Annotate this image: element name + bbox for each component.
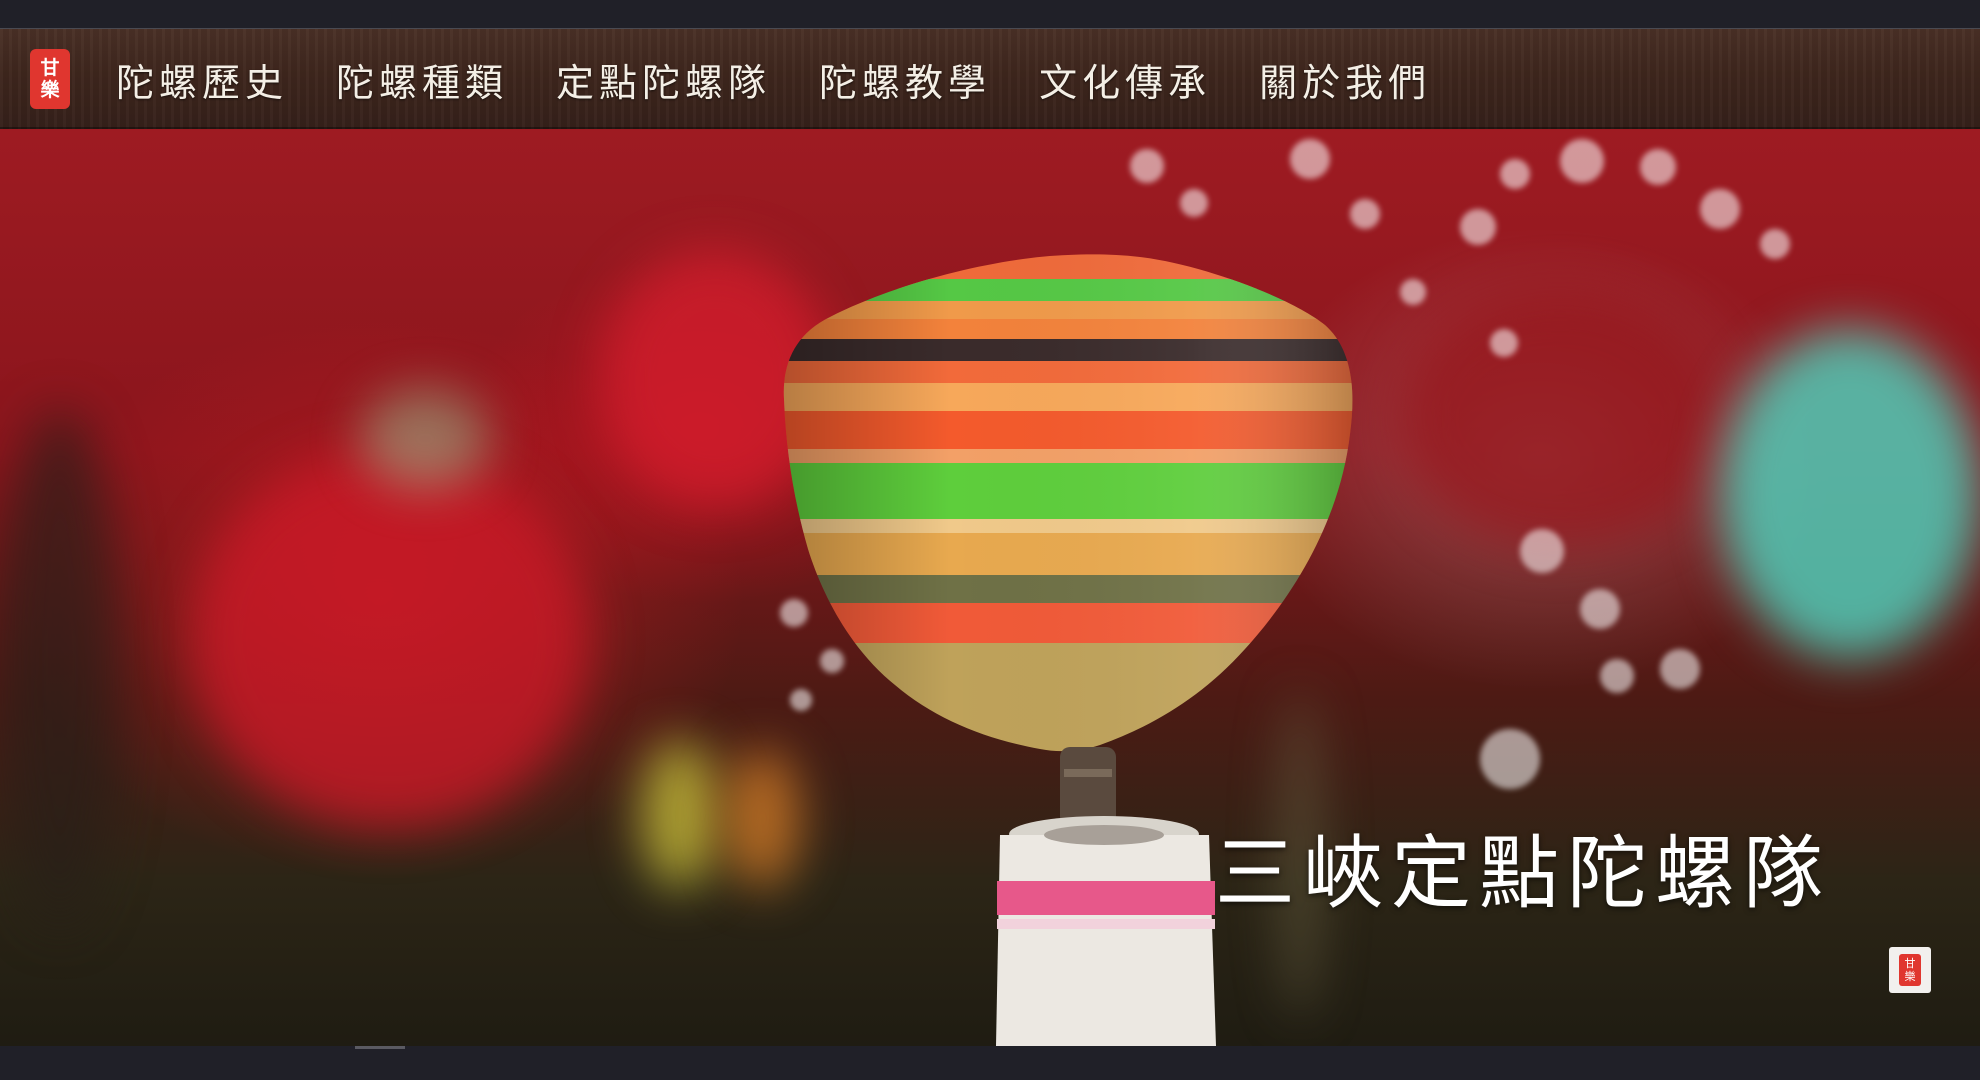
hero-banner: 三峽定點陀螺隊 甘 樂 [0,129,1980,1046]
top-stand [996,835,1216,1046]
corner-stamp-logo[interactable]: 甘 樂 [1889,947,1931,993]
site-navbar: 甘 樂 陀螺歷史 陀螺種類 定點陀螺隊 陀螺教學 文化傳承 關於我們 [0,29,1980,129]
logo-char-bottom: 樂 [40,79,60,101]
top-body [783,254,1353,752]
nav-item-team[interactable]: 定點陀螺隊 [556,52,771,107]
hero-title: 三峽定點陀螺隊 [1215,827,1831,920]
corner-stamp-seal: 甘 樂 [1899,954,1921,986]
browser-top-strip [0,0,1980,29]
top-spindle [1060,747,1116,827]
nav-item-about[interactable]: 關於我們 [1259,52,1431,107]
nav-item-heritage[interactable]: 文化傳承 [1039,52,1211,107]
stamp-char-bottom: 樂 [1904,970,1916,983]
brand-logo[interactable]: 甘 樂 [30,49,70,109]
logo-char-top: 甘 [40,57,60,79]
nav-menu: 陀螺歷史 陀螺種類 定點陀螺隊 陀螺教學 文化傳承 關於我們 [116,29,1479,129]
nav-item-types[interactable]: 陀螺種類 [336,52,508,107]
stamp-char-top: 甘 [1904,957,1916,970]
nav-item-tutorial[interactable]: 陀螺教學 [819,52,991,107]
browser-bottom-strip [0,1046,1980,1080]
nav-item-history[interactable]: 陀螺歷史 [116,52,288,107]
scroll-indicator[interactable] [355,1046,405,1049]
